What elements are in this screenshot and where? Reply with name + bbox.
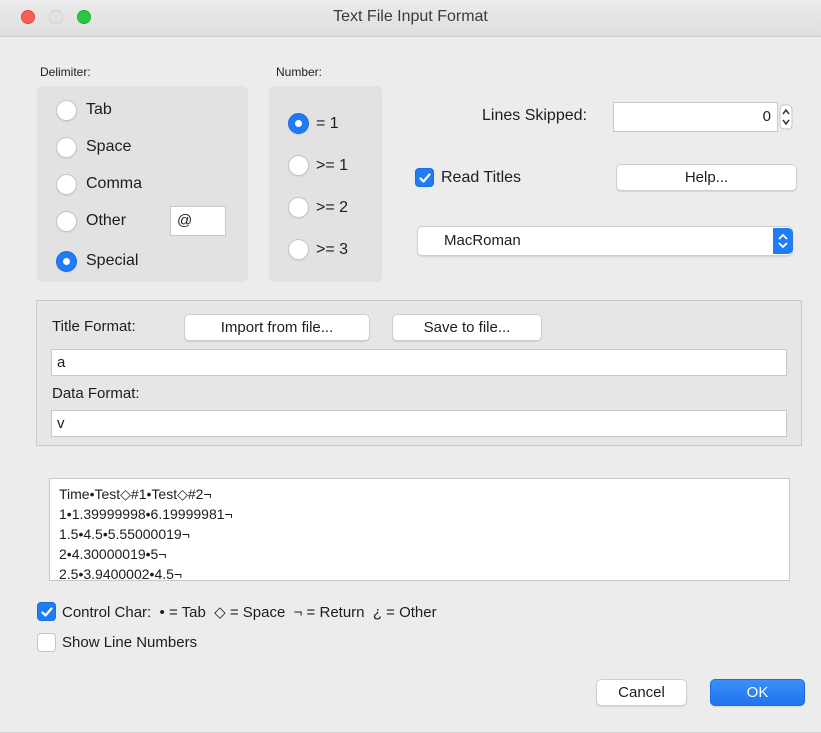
cancel-button[interactable]: Cancel xyxy=(596,679,687,706)
help-button[interactable]: Help... xyxy=(616,164,797,191)
preview-line: 1.5•4.5•5.55000019¬ xyxy=(59,526,190,542)
preview-line: 1•1.39999998•6.19999981¬ xyxy=(59,506,233,522)
number-ge1-label[interactable]: >= 1 xyxy=(316,157,348,175)
number-ge3-label[interactable]: >= 3 xyxy=(316,241,348,259)
delimiter-tab-label[interactable]: Tab xyxy=(86,101,112,119)
save-to-file-button[interactable]: Save to file... xyxy=(392,314,542,341)
ok-button[interactable]: OK xyxy=(710,679,805,706)
read-titles-checkbox[interactable] xyxy=(415,168,434,187)
data-format-input[interactable]: v xyxy=(51,410,787,437)
preview-line: Time•Test◇#1•Test◇#2¬ xyxy=(59,486,212,502)
data-format-label: Data Format: xyxy=(52,385,140,402)
delimiter-space-radio[interactable] xyxy=(56,137,77,158)
stepper-arrows-icon[interactable] xyxy=(779,103,793,131)
read-titles-label[interactable]: Read Titles xyxy=(441,169,521,187)
number-eq1-label[interactable]: = 1 xyxy=(316,115,339,133)
title-format-input[interactable]: a xyxy=(51,349,787,376)
delimiter-other-label[interactable]: Other xyxy=(86,212,126,230)
number-heading: Number: xyxy=(276,65,323,79)
delimiter-special-label[interactable]: Special xyxy=(86,252,138,270)
control-char-checkbox[interactable] xyxy=(37,602,56,621)
import-from-file-button[interactable]: Import from file... xyxy=(184,314,370,341)
delimiter-special-radio[interactable] xyxy=(56,251,77,272)
checkmark-icon xyxy=(419,173,431,183)
encoding-value: MacRoman xyxy=(444,232,521,249)
lines-skipped-stepper[interactable] xyxy=(779,103,793,131)
number-ge3-radio[interactable] xyxy=(288,239,309,260)
popup-arrows-icon[interactable] xyxy=(773,228,793,254)
preview-textarea[interactable]: Time•Test◇#1•Test◇#2¬ 1•1.39999998•6.199… xyxy=(49,478,790,581)
window-title: Text File Input Format xyxy=(333,8,488,25)
delimiter-heading: Delimiter: xyxy=(40,65,91,79)
delimiter-tab-radio[interactable] xyxy=(56,100,77,121)
other-delimiter-input[interactable]: @ xyxy=(170,206,226,236)
show-line-numbers-label[interactable]: Show Line Numbers xyxy=(62,634,197,651)
checkmark-icon xyxy=(41,607,53,617)
delimiter-comma-radio[interactable] xyxy=(56,174,77,195)
lines-skipped-input[interactable]: 0 xyxy=(613,102,778,132)
delimiter-comma-label[interactable]: Comma xyxy=(86,175,142,193)
number-eq1-radio[interactable] xyxy=(288,113,309,134)
lines-skipped-label: Lines Skipped: xyxy=(482,107,587,124)
preview-line: 2.5•3.9400002•4.5¬ xyxy=(59,566,183,581)
encoding-popup[interactable]: MacRoman xyxy=(417,226,793,256)
title-bar[interactable]: Text File Input Format xyxy=(0,0,821,37)
delimiter-space-label[interactable]: Space xyxy=(86,138,131,156)
dialog-window: Text File Input Format Delimiter: Tab Sp… xyxy=(0,0,821,733)
preview-line: 2•4.30000019•5¬ xyxy=(59,546,167,562)
show-line-numbers-checkbox[interactable] xyxy=(37,633,56,652)
number-ge1-radio[interactable] xyxy=(288,155,309,176)
control-char-label[interactable]: Control Char: • = Tab ◇ = Space ¬ = Retu… xyxy=(62,603,437,621)
number-ge2-label[interactable]: >= 2 xyxy=(316,199,348,217)
number-ge2-radio[interactable] xyxy=(288,197,309,218)
delimiter-other-radio[interactable] xyxy=(56,211,77,232)
title-format-label: Title Format: xyxy=(52,318,136,335)
